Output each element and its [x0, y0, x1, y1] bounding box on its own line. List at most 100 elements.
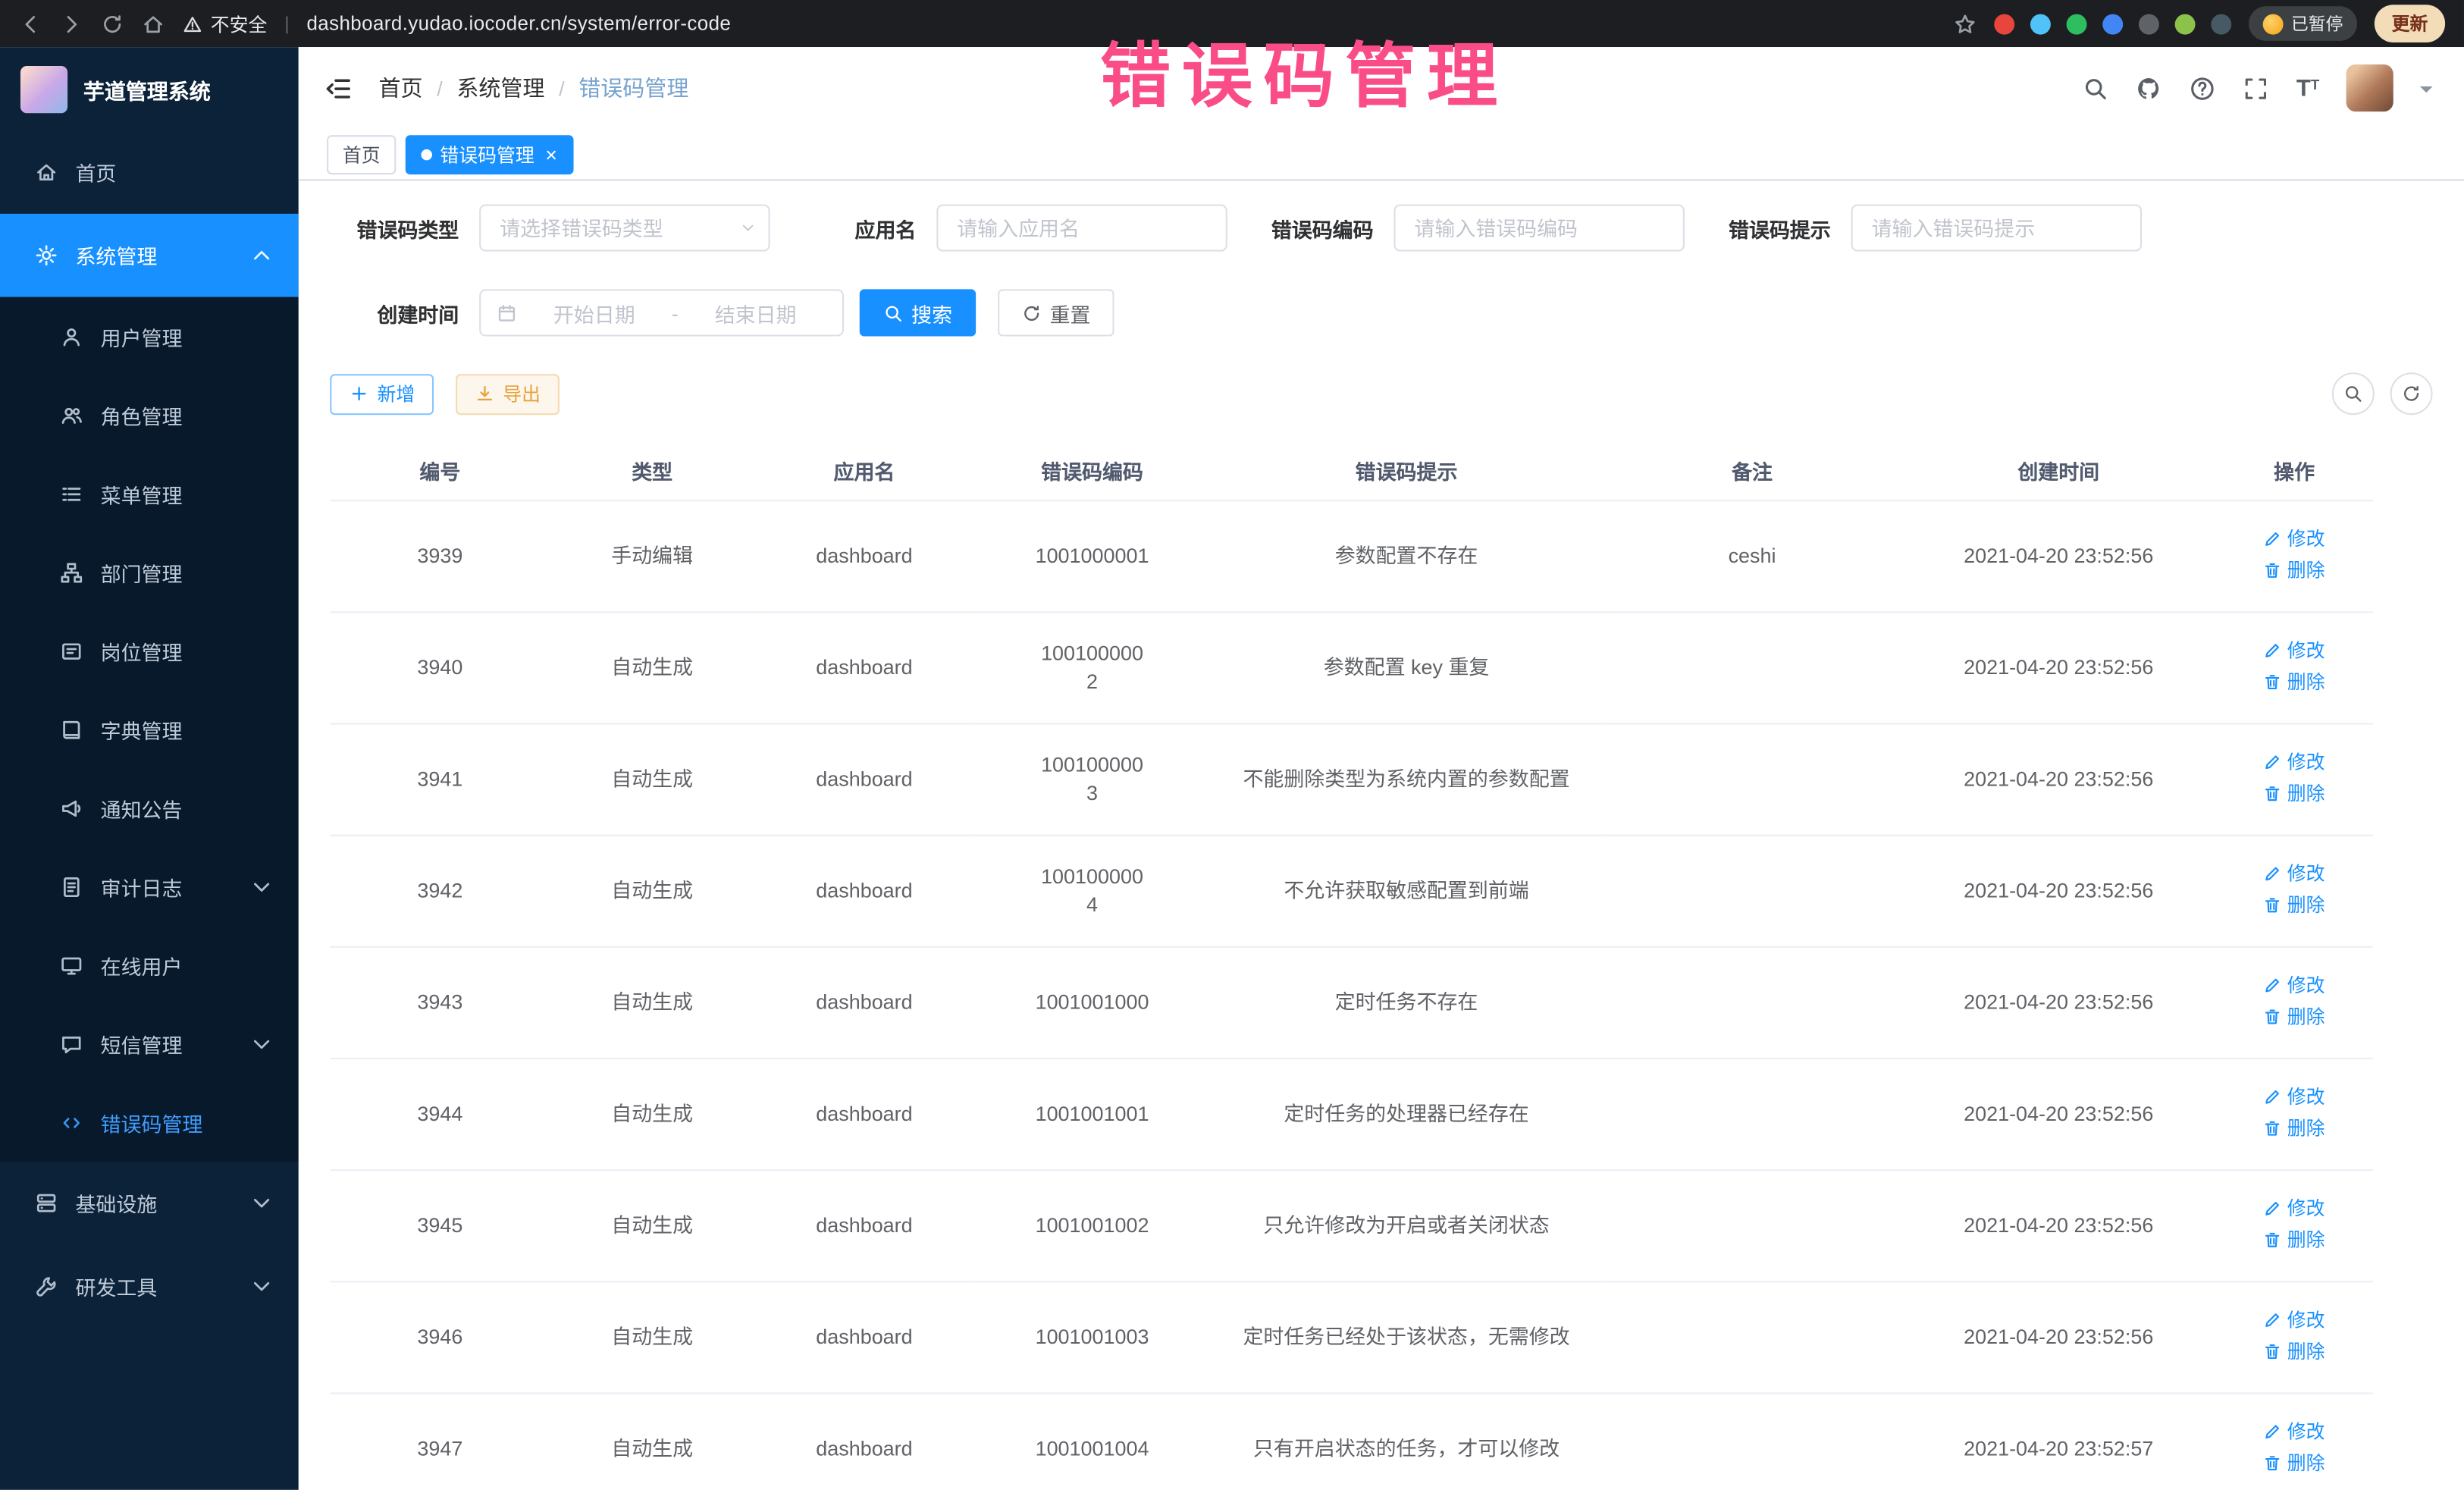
bookmark-star-icon[interactable]	[1953, 12, 1977, 36]
sidebar-item-devtool[interactable]: 研发工具	[0, 1245, 299, 1328]
sidebar-item-notice[interactable]: 通知公告	[0, 769, 299, 848]
error-type-select[interactable]	[479, 204, 770, 251]
col-id: 编号	[330, 444, 550, 500]
paused-badge[interactable]: 已暂停	[2249, 6, 2357, 41]
sidebar-logo[interactable]: 芋道管理系统	[0, 47, 299, 130]
toggle-search-button[interactable]	[2332, 372, 2375, 415]
sidebar-item-dept[interactable]: 部门管理	[0, 533, 299, 612]
extension-icon[interactable]	[1994, 14, 2014, 34]
delete-link[interactable]: 删除	[2264, 1225, 2325, 1253]
sidebar-item-home[interactable]: 首页	[0, 130, 299, 214]
cell-type: 自动生成	[550, 1392, 754, 1490]
tab-error-code[interactable]: 错误码管理 ×	[406, 134, 573, 174]
cell-app: dashboard	[754, 1392, 974, 1490]
edit-link[interactable]: 修改	[2264, 1194, 2325, 1222]
sidebar-item-menu[interactable]: 菜单管理	[0, 454, 299, 533]
error-code-input[interactable]	[1393, 204, 1684, 251]
extension-icon[interactable]	[2030, 14, 2051, 34]
refresh-table-button[interactable]	[2390, 372, 2433, 415]
breadcrumb-home[interactable]: 首页	[379, 72, 423, 103]
user-avatar[interactable]	[2346, 64, 2393, 111]
cell-actions: 修改删除	[2216, 1392, 2373, 1490]
wrench-icon	[35, 1275, 58, 1298]
tags-view: 首页 错误码管理 ×	[299, 129, 2464, 180]
edit-icon	[2264, 975, 2283, 994]
sidebar-item-dict[interactable]: 字典管理	[0, 690, 299, 769]
col-hint: 错误码提示	[1210, 444, 1603, 500]
edit-link[interactable]: 修改	[2264, 859, 2325, 887]
sidebar-item-label: 字典管理	[101, 714, 183, 744]
avatar-caret-icon[interactable]	[2420, 86, 2433, 99]
col-app: 应用名	[754, 444, 974, 500]
font-size-icon[interactable]: TT	[2296, 77, 2319, 100]
reset-button[interactable]: 重置	[998, 289, 1114, 336]
extension-icon[interactable]	[2175, 14, 2196, 34]
sidebar-item-role[interactable]: 角色管理	[0, 375, 299, 454]
sidebar-item-online[interactable]: 在线用户	[0, 926, 299, 1005]
home-icon	[35, 160, 58, 184]
github-icon[interactable]	[2136, 74, 2162, 101]
extension-icon[interactable]	[2139, 14, 2159, 34]
close-tab-icon[interactable]: ×	[545, 144, 557, 165]
delete-link[interactable]: 删除	[2264, 779, 2325, 807]
home-icon[interactable]	[142, 12, 165, 36]
url-text[interactable]: dashboard.yudao.iocoder.cn/system/error-…	[306, 13, 731, 35]
edit-link[interactable]: 修改	[2264, 635, 2325, 663]
cell-code: 1001001000	[974, 946, 1210, 1058]
delete-link[interactable]: 删除	[2264, 1448, 2325, 1476]
search-icon	[2343, 384, 2363, 404]
sidebar-toggle-icon[interactable]	[324, 73, 353, 102]
edit-link[interactable]: 修改	[2264, 971, 2325, 999]
cell-time: 2021-04-20 23:52:56	[1901, 835, 2216, 946]
sidebar-item-label: 在线用户	[101, 950, 183, 980]
edit-link[interactable]: 修改	[2264, 1305, 2325, 1333]
security-indicator[interactable]: 不安全	[182, 10, 267, 36]
extension-icon[interactable]	[2211, 14, 2231, 34]
delete-link[interactable]: 删除	[2264, 890, 2325, 918]
app-name-input[interactable]	[936, 204, 1227, 251]
extension-icon[interactable]	[2102, 14, 2123, 34]
sidebar-item-audit-log[interactable]: 审计日志	[0, 847, 299, 926]
app-name-label: 应用名	[814, 213, 917, 243]
edit-link[interactable]: 修改	[2264, 1082, 2325, 1110]
boxes-icon	[35, 1191, 58, 1215]
breadcrumb: 首页 / 系统管理 / 错误码管理	[379, 72, 689, 103]
main-area: 首页 / 系统管理 / 错误码管理 TT 首页	[299, 47, 2464, 1490]
error-hint-input[interactable]	[1851, 204, 2142, 251]
fullscreen-icon[interactable]	[2243, 74, 2269, 101]
sidebar-menu: 首页系统管理用户管理角色管理菜单管理部门管理岗位管理字典管理通知公告审计日志在线…	[0, 130, 299, 1490]
back-icon[interactable]	[19, 12, 42, 36]
sidebar-item-label: 短信管理	[101, 1029, 183, 1059]
tab-home[interactable]: 首页	[327, 134, 396, 174]
sidebar-item-system[interactable]: 系统管理	[0, 214, 299, 297]
sidebar-item-user[interactable]: 用户管理	[0, 297, 299, 376]
sidebar-item-sms[interactable]: 短信管理	[0, 1004, 299, 1083]
edit-link[interactable]: 修改	[2264, 524, 2325, 552]
date-range-picker[interactable]: 开始日期 - 结束日期	[479, 289, 844, 336]
delete-link[interactable]: 删除	[2264, 1114, 2325, 1142]
delete-link[interactable]: 删除	[2264, 1337, 2325, 1365]
edit-link[interactable]: 修改	[2264, 1417, 2325, 1445]
search-icon[interactable]	[2083, 74, 2109, 101]
update-button[interactable]: 更新	[2375, 5, 2445, 42]
delete-link[interactable]: 删除	[2264, 667, 2325, 695]
search-button[interactable]: 搜索	[860, 289, 976, 336]
help-icon[interactable]	[2190, 74, 2216, 101]
forward-icon[interactable]	[60, 12, 83, 36]
sidebar-item-post[interactable]: 岗位管理	[0, 611, 299, 690]
sidebar-item-error-code[interactable]: 错误码管理	[0, 1083, 299, 1162]
delete-link[interactable]: 删除	[2264, 1002, 2325, 1030]
edit-icon	[2264, 1087, 2283, 1106]
export-button[interactable]: 导出	[456, 373, 560, 414]
error-code-table: 编号 类型 应用名 错误码编码 错误码提示 备注 创建时间 操作 3939手动编…	[330, 444, 2373, 1490]
cell-app: dashboard	[754, 1281, 974, 1392]
code-icon	[60, 1110, 83, 1134]
error-hint-label: 错误码提示	[1729, 213, 1831, 243]
edit-link[interactable]: 修改	[2264, 748, 2325, 776]
extension-icon[interactable]	[2067, 14, 2087, 34]
reload-icon[interactable]	[101, 12, 124, 36]
add-button[interactable]: 新增	[330, 373, 434, 414]
delete-link[interactable]: 删除	[2264, 556, 2325, 584]
breadcrumb-system[interactable]: 系统管理	[456, 72, 544, 103]
sidebar-item-infra[interactable]: 基础设施	[0, 1162, 299, 1245]
